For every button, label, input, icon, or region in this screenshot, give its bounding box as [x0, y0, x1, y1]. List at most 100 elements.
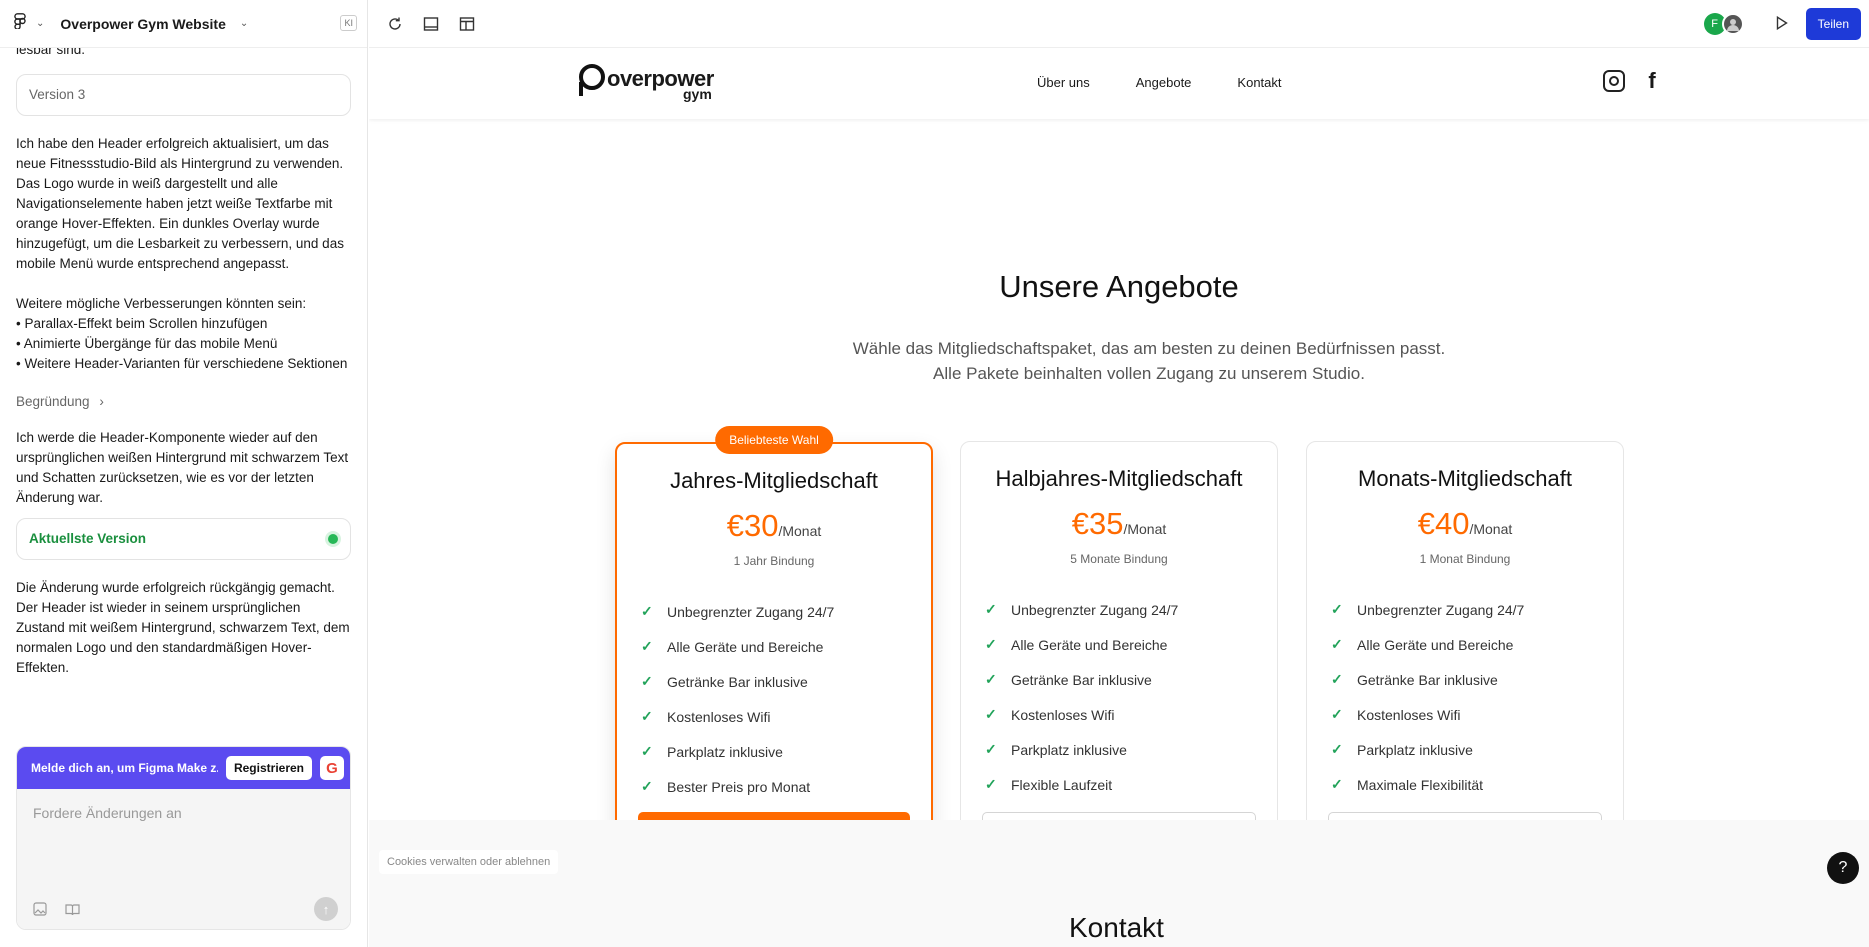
social-links: f: [1603, 70, 1663, 92]
website-preview: overpower gym Über uns Angebote Kontakt …: [369, 48, 1869, 947]
feature-label: Getränke Bar inklusive: [667, 673, 808, 690]
status-dot-icon: [328, 534, 338, 544]
feature-label: Alle Geräte und Bereiche: [1011, 636, 1168, 653]
prompt-placeholder: Fordere Änderungen an: [33, 805, 182, 821]
project-title[interactable]: Overpower Gym Website: [60, 16, 225, 32]
price-period: /Monat: [1123, 521, 1167, 537]
nav-link-about[interactable]: Über uns: [1037, 75, 1090, 90]
plan-price: €30/Monat: [617, 508, 931, 544]
check-icon: ✓: [641, 778, 653, 794]
improvement-item: • Weitere Header-Varianten für verschied…: [16, 356, 348, 371]
check-icon: ✓: [985, 671, 997, 687]
pricing-card-halfyear: Halbjahres-Mitgliedschaft €35/Monat 5 Mo…: [960, 441, 1278, 868]
site-header: overpower gym Über uns Angebote Kontakt …: [369, 48, 1869, 119]
pricing-card-yearly: Beliebteste Wahl Jahres-Mitgliedschaft €…: [615, 426, 933, 869]
figma-logo-icon[interactable]: [14, 13, 36, 34]
feature-item: ✓ Kostenloses Wifi: [1331, 697, 1623, 732]
composer: Melde dich an, um Figma Make z... Regist…: [16, 746, 351, 930]
check-icon: ✓: [1331, 706, 1343, 722]
assistant-message: Ich werde die Header-Komponente wieder a…: [16, 430, 349, 505]
latest-version-card[interactable]: Aktuellste Version: [16, 518, 351, 560]
offers-section: Unsere Angebote Wähle das Mitgliedschaft…: [369, 119, 1869, 876]
send-icon[interactable]: ↑: [314, 897, 338, 921]
feature-item: ✓ Unbegrenzter Zugang 24/7: [641, 594, 931, 629]
site-logo[interactable]: overpower gym: [579, 64, 714, 102]
reasoning-toggle[interactable]: Begründung ›: [16, 392, 351, 412]
preview-toolbar: F Teilen: [369, 0, 1869, 48]
offers-lead: Wähle das Mitgliedschaftspaket, das am b…: [852, 339, 1446, 383]
feature-item: ✓ Kostenloses Wifi: [641, 699, 931, 734]
cookies-link[interactable]: Cookies verwalten oder ablehnen: [379, 850, 559, 874]
price-period: /Monat: [1469, 521, 1513, 537]
check-icon: ✓: [1331, 636, 1343, 652]
check-icon: ✓: [985, 601, 997, 617]
feature-label: Unbegrenzter Zugang 24/7: [1011, 601, 1179, 618]
check-icon: ✓: [985, 741, 997, 757]
menu-chevron-icon[interactable]: ⌄: [36, 18, 44, 29]
feature-item: ✓ Getränke Bar inklusive: [1331, 662, 1623, 697]
chevron-right-icon: ›: [99, 394, 104, 409]
project-header: ⌄ Overpower Gym Website ⌄ KI: [0, 0, 367, 48]
plan-name: Monats-Mitgliedschaft: [1358, 466, 1572, 491]
project-chevron-icon[interactable]: ⌄: [240, 18, 248, 29]
play-icon[interactable]: [1776, 15, 1788, 33]
feature-item: ✓ Alle Geräte und Bereiche: [985, 627, 1277, 662]
feature-label: Unbegrenzter Zugang 24/7: [667, 603, 835, 620]
plan-name: Halbjahres-Mitgliedschaft: [995, 466, 1243, 491]
popular-badge: Beliebteste Wahl: [715, 426, 833, 454]
feature-item: ✓ Parkplatz inklusive: [1331, 732, 1623, 767]
ki-badge[interactable]: KI: [340, 15, 357, 31]
improvement-item: • Parallax-Effekt beim Scrollen hinzufüg…: [16, 316, 268, 331]
feature-item: ✓ Flexible Laufzeit: [985, 767, 1277, 802]
feature-label: Maximale Flexibilität: [1357, 776, 1484, 793]
check-icon: ✓: [985, 776, 997, 792]
check-icon: ✓: [1331, 671, 1343, 687]
check-icon: ✓: [1331, 776, 1343, 792]
image-upload-icon[interactable]: [33, 902, 47, 919]
register-button[interactable]: Registrieren: [225, 756, 312, 780]
preview-area: F Teilen overpower gym Über uns Angebote…: [369, 0, 1869, 947]
chat-thread: lesbar sind. Version 3 Ich habe den Head…: [0, 48, 367, 738]
price-amount: €30: [726, 508, 779, 543]
check-icon: ✓: [985, 706, 997, 722]
brand-sub: gym: [683, 86, 712, 102]
facebook-icon[interactable]: f: [1641, 70, 1663, 92]
nav-link-contact[interactable]: Kontakt: [1237, 75, 1281, 90]
feature-label: Getränke Bar inklusive: [1011, 671, 1152, 688]
improvements-title: Weitere mögliche Verbesserungen könnten …: [16, 296, 307, 311]
check-icon: ✓: [641, 673, 653, 689]
version-card[interactable]: Version 3: [16, 74, 351, 116]
price-amount: €40: [1417, 506, 1470, 541]
feature-item: ✓ Unbegrenzter Zugang 24/7: [1331, 592, 1623, 627]
google-icon[interactable]: G: [320, 756, 344, 780]
feature-list: ✓ Unbegrenzter Zugang 24/7 ✓ Alle Geräte u…: [641, 594, 931, 804]
help-button[interactable]: ?: [1827, 852, 1859, 884]
check-icon: ✓: [1331, 741, 1343, 757]
check-icon: ✓: [641, 708, 653, 724]
layout-icon[interactable]: [421, 14, 441, 34]
refresh-icon[interactable]: [385, 14, 405, 34]
nav-link-offers[interactable]: Angebote: [1136, 75, 1192, 90]
feature-item: ✓ Parkplatz inklusive: [641, 734, 931, 769]
feature-label: Alle Geräte und Bereiche: [667, 638, 824, 655]
plan-name: Jahres-Mitgliedschaft: [670, 468, 878, 493]
responsive-view-icon[interactable]: [457, 14, 477, 34]
instagram-icon[interactable]: [1603, 70, 1625, 92]
latest-version-label: Aktuellste Version: [29, 531, 147, 546]
signin-banner: Melde dich an, um Figma Make z... Regist…: [17, 747, 350, 789]
check-icon: ✓: [641, 743, 653, 759]
pricing-card-monthly: Monats-Mitgliedschaft €40/Monat 1 Monat …: [1306, 441, 1624, 868]
prompt-input[interactable]: Fordere Änderungen an ↑: [17, 789, 350, 929]
plan-binding: 1 Monat Bindung: [1419, 552, 1511, 566]
share-button[interactable]: Teilen: [1805, 8, 1861, 40]
feature-item: ✓ Maximale Flexibilität: [1331, 767, 1623, 802]
feature-label: Parkplatz inklusive: [667, 743, 783, 760]
book-icon[interactable]: [65, 903, 80, 919]
feature-label: Alle Geräte und Bereiche: [1357, 636, 1514, 653]
improvement-item: • Animierte Übergänge für das mobile Men…: [16, 336, 278, 351]
feature-list: ✓ Unbegrenzter Zugang 24/7 ✓ Alle Geräte u…: [985, 592, 1277, 802]
check-icon: ✓: [641, 603, 653, 619]
price-period: /Monat: [778, 523, 822, 539]
improvements-list: Weitere mögliche Verbesserungen könnten …: [16, 294, 351, 374]
user-avatar-icon[interactable]: [1721, 13, 1744, 35]
